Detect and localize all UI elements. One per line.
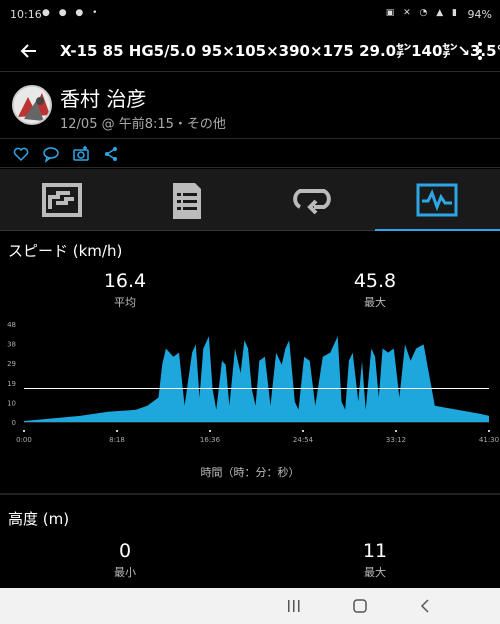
document-list-icon [173,183,201,219]
tab-details[interactable] [125,169,250,231]
user-name[interactable]: 香村 治彦 [60,83,146,112]
chart-pulse-icon [416,183,458,217]
y-tick-label: 29 [7,360,16,368]
speed-max-value: 45.8 [353,270,397,292]
x-tick-label: 16:36 [200,436,221,444]
altitude-min: 0 最小 [65,540,185,580]
x-tick-mark [23,430,25,432]
speed-average-label: 平均 [114,296,136,309]
more-options-icon[interactable] [472,38,488,64]
share-icon[interactable] [102,145,120,163]
battery-percentage: 94% [467,8,492,21]
y-tick-label: 48 [7,321,16,329]
altitude-section: 高度 (m) 0 最小 11 最大 [0,496,500,588]
speed-max-label: 最大 [364,296,386,309]
speed-chart[interactable]: 0 10 19 29 38 48 0:00 8:18 16:36 24:54 33:12 41:30 [0,314,500,449]
speed-area-series [24,336,489,422]
activity-title: X-15 85 HG5/5.0 95×105×390×175 29.0㌢140㌢… [60,42,500,60]
system-status-icons: ▣ ✕ ◔ ▲ ▮ [385,8,460,18]
active-tab-indicator [375,229,500,231]
notification-icons: ● ● ● • [42,8,101,18]
y-tick-label: 19 [7,380,16,388]
tab-laps[interactable] [250,169,375,231]
x-tick-mark [488,430,490,432]
y-tick-label: 10 [7,399,16,407]
activity-date-type: 12/05 @ 午前8:15・その他 [60,117,226,132]
comment-icon[interactable] [42,145,60,163]
like-heart-icon[interactable] [12,145,30,163]
speed-section: スピード (km/h) 16.4 平均 45.8 最大 0 10 19 29 38 48 0… [0,232,500,492]
speed-average-value: 16.4 [103,270,147,292]
social-actions [0,138,500,168]
speed-title: スピード (km/h) [8,242,123,260]
back-arrow-icon[interactable] [16,38,42,64]
tab-overview[interactable] [0,169,125,231]
altitude-max-value: 11 [362,540,388,562]
speed-average: 16.4 平均 [65,270,185,310]
altitude-max: 11 最大 [315,540,435,580]
avatar[interactable] [12,85,52,125]
status-bar: 10:16 ● ● ● • ▣ ✕ ◔ ▲ ▮ 94% [0,0,500,30]
home-icon[interactable] [350,597,370,615]
recent-apps-icon[interactable] [284,597,304,615]
back-nav-icon[interactable] [416,597,436,615]
system-navigation-bar [0,588,500,624]
x-tick-mark [116,430,118,432]
status-time: 10:16 [10,8,42,21]
app-bar: X-15 85 HG5/5.0 95×105×390×175 29.0㌢140㌢… [0,30,500,72]
activity-tabs [0,169,500,231]
altitude-min-label: 最小 [114,566,136,579]
map-overview-icon [42,183,82,217]
y-tick-label: 38 [7,341,16,349]
x-tick-label: 0:00 [16,436,32,444]
y-tick-label: 0 [12,419,16,427]
activity-owner-row: 香村 治彦 12/05 @ 午前8:15・その他 [0,73,500,137]
x-tick-mark [302,430,304,432]
speed-max: 45.8 最大 [315,270,435,310]
x-tick-label: 33:12 [386,436,406,444]
x-tick-mark [209,430,211,432]
x-tick-label: 24:54 [293,436,314,444]
x-tick-mark [395,430,397,432]
laps-loop-icon [293,189,331,215]
section-divider [0,493,500,495]
altitude-min-value: 0 [118,540,132,562]
altitude-title: 高度 (m) [8,510,70,528]
speed-x-axis-title: 時間（時：分：秒） [200,466,300,479]
x-tick-label: 8:18 [109,436,125,444]
avatar-image-icon [14,87,50,123]
add-photo-icon[interactable] [72,145,90,163]
tab-charts[interactable] [375,169,500,231]
altitude-max-label: 最大 [364,566,386,579]
x-tick-label: 41:30 [479,436,499,444]
